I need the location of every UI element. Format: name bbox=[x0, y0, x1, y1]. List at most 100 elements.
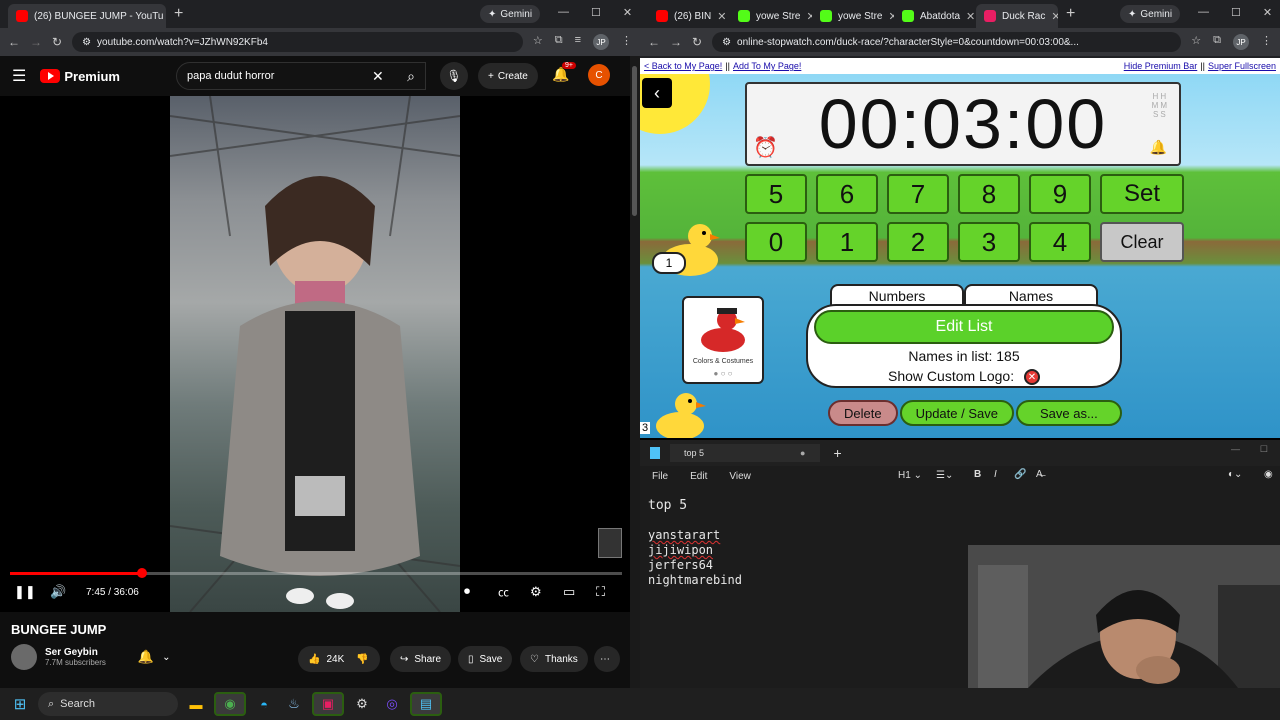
hide-premium-bar-link[interactable]: Hide Premium Bar bbox=[1124, 61, 1198, 71]
key-3[interactable]: 3 bbox=[958, 222, 1020, 262]
key-6[interactable]: 6 bbox=[816, 174, 878, 214]
list-format-icon[interactable]: ☰⌄ bbox=[936, 470, 953, 481]
back-to-my-page-link[interactable]: < Back to My Page! bbox=[644, 61, 722, 71]
minimize-icon[interactable]: — bbox=[1198, 6, 1209, 19]
edge-icon[interactable]: ◓ bbox=[252, 692, 276, 716]
menu-kebab-icon[interactable]: ⋮ bbox=[1261, 34, 1272, 50]
autoplay-toggle-icon[interactable]: ⏺ bbox=[464, 584, 470, 599]
bookmark-star-icon[interactable]: ☆ bbox=[533, 34, 543, 50]
save-button[interactable]: ▯ Save bbox=[458, 646, 513, 672]
clear-search-icon[interactable]: ✕ bbox=[372, 68, 384, 85]
minimize-icon[interactable]: — bbox=[1231, 444, 1240, 454]
edit-list-button[interactable]: Edit List bbox=[814, 310, 1114, 344]
captions-icon[interactable]: ㏄ bbox=[498, 584, 509, 600]
new-tab-button[interactable]: + bbox=[1058, 5, 1083, 23]
reload-icon[interactable]: ↻ bbox=[692, 35, 702, 49]
sound-icon[interactable]: 🔔 bbox=[1150, 139, 1169, 156]
thanks-button[interactable]: ♡ Thanks bbox=[520, 646, 588, 672]
create-button[interactable]: + Create bbox=[478, 63, 538, 89]
dislike-icon[interactable]: 👎 bbox=[356, 654, 368, 665]
profile-avatar[interactable]: JP bbox=[1233, 34, 1249, 50]
key-2[interactable]: 2 bbox=[887, 222, 949, 262]
gemini-button[interactable]: ✦ Gemini bbox=[1120, 5, 1181, 23]
site-info-icon[interactable]: ⚙ bbox=[82, 37, 91, 48]
subscribe-bell-icon[interactable]: 🔔 bbox=[138, 649, 154, 665]
add-to-my-page-link[interactable]: Add To My Page! bbox=[733, 61, 801, 71]
taskbar-search[interactable]: ⌕ Search bbox=[38, 692, 178, 716]
extension-icon[interactable]: ⧉ bbox=[555, 34, 563, 50]
new-tab-button[interactable]: + bbox=[833, 445, 841, 461]
media-icon[interactable]: ≡ bbox=[575, 34, 581, 50]
save-as-button[interactable]: Save as... bbox=[1015, 400, 1122, 426]
scrollbar-thumb[interactable] bbox=[632, 66, 637, 216]
key-7[interactable]: 7 bbox=[887, 174, 949, 214]
progress-scrubber-handle[interactable] bbox=[136, 568, 147, 578]
reload-icon[interactable]: ↻ bbox=[52, 35, 62, 49]
forward-icon[interactable]: → bbox=[670, 35, 682, 49]
steam-icon[interactable]: ♨ bbox=[282, 692, 306, 716]
tab-kick-2[interactable]: yowe Stre ✕ bbox=[812, 4, 894, 28]
account-avatar[interactable]: C bbox=[588, 64, 610, 86]
app-icon[interactable]: ⚙ bbox=[350, 692, 374, 716]
copilot-icon[interactable]: ◐⌄ bbox=[1228, 469, 1242, 480]
close-tab-icon[interactable]: ✕ bbox=[966, 10, 975, 23]
close-tab-icon[interactable]: ✕ bbox=[1051, 10, 1058, 23]
tab-kick-1[interactable]: yowe Stre ✕ bbox=[730, 4, 812, 28]
search-icon[interactable]: ⌕ bbox=[396, 62, 426, 90]
carousel-dots[interactable]: ● ○ ○ bbox=[684, 369, 762, 378]
video-progress-bar[interactable] bbox=[10, 568, 622, 578]
obs-icon[interactable]: ▣ bbox=[312, 692, 344, 716]
heading-dropdown[interactable]: H1 ⌄ bbox=[898, 470, 922, 481]
delete-button[interactable]: Delete bbox=[828, 400, 898, 426]
file-explorer-icon[interactable]: ▬ bbox=[184, 692, 208, 716]
video-player[interactable] bbox=[0, 96, 630, 612]
forward-icon[interactable]: → bbox=[30, 35, 42, 49]
settings-gear-icon[interactable]: ⚙ bbox=[530, 584, 542, 600]
menu-edit[interactable]: Edit bbox=[690, 471, 707, 482]
menu-view[interactable]: View bbox=[729, 471, 751, 482]
pause-icon[interactable]: ❚❚ bbox=[14, 584, 36, 600]
account-icon[interactable]: ◉ bbox=[1264, 469, 1273, 480]
search-input[interactable]: papa dudut horror bbox=[176, 62, 426, 90]
notepad-icon[interactable]: ▤ bbox=[410, 692, 442, 716]
new-tab-button[interactable]: + bbox=[166, 5, 191, 23]
fullscreen-icon[interactable]: ⛶ bbox=[596, 584, 605, 600]
update-save-button[interactable]: Update / Save bbox=[899, 400, 1014, 426]
clear-format-icon[interactable]: A̶ bbox=[1036, 469, 1043, 480]
key-5[interactable]: 5 bbox=[745, 174, 807, 214]
colors-costumes-card[interactable]: Colors & Costumes ● ○ ○ bbox=[682, 296, 764, 384]
custom-logo-toggle-icon[interactable]: ✕ bbox=[1023, 369, 1040, 386]
channel-avatar[interactable] bbox=[11, 644, 37, 670]
chrome-icon[interactable]: ◉ bbox=[214, 692, 246, 716]
maximize-icon[interactable]: ☐ bbox=[1260, 444, 1268, 455]
url-field[interactable]: ⚙ online-stopwatch.com/duck-race/?charac… bbox=[712, 32, 1182, 52]
youtube-logo[interactable]: Premium bbox=[40, 69, 120, 84]
like-icon[interactable]: 👍 bbox=[308, 654, 320, 665]
maximize-icon[interactable]: ☐ bbox=[591, 6, 601, 19]
hamburger-menu-icon[interactable]: ☰ bbox=[12, 66, 26, 86]
page-scrollbar[interactable] bbox=[630, 56, 640, 688]
gemini-button[interactable]: ✦ Gemini bbox=[480, 5, 541, 23]
tab-names[interactable]: Names bbox=[964, 284, 1098, 306]
minimize-icon[interactable]: — bbox=[558, 6, 569, 19]
share-button[interactable]: ↪ Share bbox=[390, 646, 452, 672]
key-1[interactable]: 1 bbox=[816, 222, 878, 262]
key-4[interactable]: 4 bbox=[1029, 222, 1091, 262]
back-arrow-button[interactable]: ‹ bbox=[642, 78, 672, 108]
close-tab-icon[interactable]: ✕ bbox=[717, 10, 726, 23]
channel-watermark-thumbnail[interactable] bbox=[598, 528, 622, 558]
url-field[interactable]: ⚙ youtube.com/watch?v=JZhWN92KFb4 bbox=[72, 32, 523, 52]
tab-duck-race[interactable]: Duck Rac ✕ bbox=[976, 4, 1058, 28]
tab-youtube-right[interactable]: (26) BIN ✕ bbox=[648, 4, 730, 28]
tab-youtube[interactable]: (26) BUNGEE JUMP - YouTu ✕ bbox=[8, 4, 166, 28]
bookmark-star-icon[interactable]: ☆ bbox=[1191, 34, 1201, 50]
back-icon[interactable]: ← bbox=[8, 35, 20, 49]
tab-kick-3[interactable]: Abatdota ✕ bbox=[894, 4, 976, 28]
super-fullscreen-link[interactable]: Super Fullscreen bbox=[1208, 61, 1276, 71]
tab-numbers[interactable]: Numbers bbox=[830, 284, 964, 306]
maximize-icon[interactable]: ☐ bbox=[1231, 6, 1241, 19]
notepad-tab[interactable]: top 5 bbox=[670, 444, 820, 462]
clear-button[interactable]: Clear bbox=[1100, 222, 1184, 262]
microphone-icon[interactable]: 🎙 bbox=[440, 62, 468, 90]
alarm-clock-icon[interactable]: ⏰ bbox=[753, 135, 780, 160]
